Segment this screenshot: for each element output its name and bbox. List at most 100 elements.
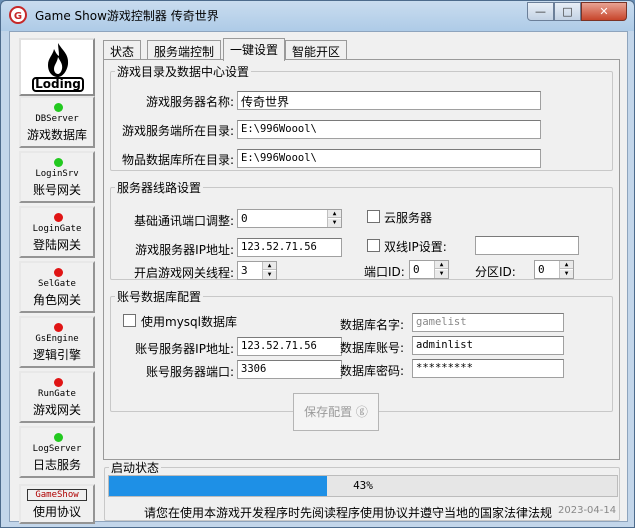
db-name-label: 数据库名字: bbox=[339, 318, 404, 332]
db-password-label: 数据库密码: bbox=[339, 364, 404, 378]
tab-status[interactable]: 状态 bbox=[103, 40, 142, 60]
group-title: 账号数据库配置 bbox=[117, 290, 202, 304]
spin-up-icon[interactable]: ▲ bbox=[435, 261, 448, 269]
db-name-field[interactable]: gamelist bbox=[412, 313, 564, 332]
minimize-button[interactable]: — bbox=[527, 2, 554, 21]
stepper-buttons: ▲ ▼ bbox=[559, 261, 573, 278]
status-dot bbox=[54, 268, 63, 277]
nav-item-en: LogServer bbox=[32, 444, 82, 454]
port-id-label: 端口ID: bbox=[364, 265, 405, 279]
base-port-label: 基础通讯端口调整: bbox=[133, 214, 234, 228]
stepper-buttons: ▲ ▼ bbox=[327, 210, 341, 227]
nav-gsengine[interactable]: GsEngine 逻辑引擎 bbox=[19, 316, 95, 368]
spin-down-icon[interactable]: ▼ bbox=[328, 219, 341, 227]
stepper-buttons: ▲ ▼ bbox=[262, 262, 276, 279]
window-title: Game Show游戏控制器 传奇世界 bbox=[35, 9, 219, 23]
gate-threads-stepper[interactable]: 3 ▲ ▼ bbox=[237, 261, 277, 280]
gate-threads-label: 开启游戏网关线程: bbox=[133, 266, 234, 280]
nav-logserver[interactable]: LogServer 日志服务 bbox=[19, 426, 95, 478]
nav-rungate[interactable]: RunGate 游戏网关 bbox=[19, 371, 95, 423]
nav-item-en: RunGate bbox=[38, 389, 76, 399]
cloud-server-checkbox[interactable] bbox=[367, 210, 380, 223]
nav-item-cn: 日志服务 bbox=[32, 458, 81, 472]
tab-quick-setup[interactable]: 一键设置 bbox=[223, 38, 286, 61]
spin-up-icon[interactable]: ▲ bbox=[328, 210, 341, 218]
nav-item-en: LoginSrv bbox=[35, 169, 79, 179]
app-logo-icon: G bbox=[9, 6, 27, 24]
spin-down-icon[interactable]: ▼ bbox=[560, 270, 573, 278]
server-ip-field[interactable]: 123.52.71.56 bbox=[237, 238, 342, 257]
client-area: Loding DBServer 游戏数据库 LoginSrv 账号网关 Logi… bbox=[9, 31, 628, 524]
base-port-stepper[interactable]: 0 ▲ ▼ bbox=[237, 209, 342, 228]
status-dot bbox=[54, 158, 63, 167]
legal-notice: 请您在使用本游戏开发程序时先阅读程序使用协议并遵守当地的国家法律法规 bbox=[144, 506, 553, 520]
status-dot bbox=[54, 323, 63, 332]
group-title: 游戏目录及数据中心设置 bbox=[117, 65, 250, 79]
zone-id-stepper[interactable]: 0 ▲ ▼ bbox=[534, 260, 574, 279]
app-window: G Game Show游戏控制器 传奇世界 — □ ✕ Loding DBSer… bbox=[0, 0, 635, 528]
build-date: 2023-04-14 bbox=[558, 505, 617, 516]
nav-item-en: LoginGate bbox=[32, 224, 82, 234]
db-account-label: 数据库账号: bbox=[339, 341, 404, 355]
nav-dbserver[interactable]: DBServer 游戏数据库 bbox=[19, 96, 95, 148]
status-dot bbox=[54, 433, 63, 442]
svg-text:G: G bbox=[14, 11, 22, 22]
server-ip-label: 游戏服务器IP地址: bbox=[135, 243, 234, 257]
save-config-button[interactable]: 保存配置 ⓖ bbox=[293, 393, 379, 431]
nav-item-en: GsEngine bbox=[35, 334, 79, 344]
stepper-value: 3 bbox=[241, 264, 248, 277]
dual-ip-label: 双线IP设置: bbox=[384, 240, 447, 254]
use-mysql-checkbox[interactable] bbox=[123, 314, 136, 327]
stepper-buttons: ▲ ▼ bbox=[434, 261, 448, 278]
nav-logingate[interactable]: LoginGate 登陆网关 bbox=[19, 206, 95, 258]
nav-item-en: DBServer bbox=[35, 114, 79, 124]
group-title: 启动状态 bbox=[111, 461, 160, 475]
item-db-dir-label: 物品数据库所在目录: bbox=[121, 153, 234, 167]
usage-agreement-button[interactable]: GameShow 使用协议 bbox=[19, 484, 95, 524]
maximize-button[interactable]: □ bbox=[554, 2, 581, 21]
status-dot bbox=[54, 213, 63, 222]
nav-selgate[interactable]: SelGate 角色网关 bbox=[19, 261, 95, 313]
nav-loginsrv[interactable]: LoginSrv 账号网关 bbox=[19, 151, 95, 203]
spin-up-icon[interactable]: ▲ bbox=[560, 261, 573, 269]
status-dot bbox=[54, 378, 63, 387]
spin-down-icon[interactable]: ▼ bbox=[435, 270, 448, 278]
item-db-dir-field[interactable]: E:\996Woool\ bbox=[237, 149, 541, 168]
server-name-field[interactable]: 传奇世界 bbox=[237, 91, 541, 110]
account-port-label: 账号服务器端口: bbox=[145, 365, 234, 379]
about-label: 使用协议 bbox=[32, 505, 81, 519]
flame-icon bbox=[48, 43, 69, 77]
stepper-value: 0 bbox=[241, 212, 248, 225]
use-mysql-label: 使用mysql数据库 bbox=[141, 315, 237, 329]
spin-down-icon[interactable]: ▼ bbox=[263, 271, 276, 279]
nav-item-cn: 登陆网关 bbox=[32, 238, 81, 252]
nav-item-cn: 账号网关 bbox=[32, 183, 81, 197]
progress-text: 43% bbox=[353, 479, 373, 492]
quick-setup-panel: 游戏目录及数据中心设置 游戏服务器名称: 传奇世界 游戏服务端所在目录: E:\… bbox=[103, 59, 620, 460]
close-button[interactable]: ✕ bbox=[581, 2, 627, 21]
group-title: 服务器线路设置 bbox=[117, 181, 202, 195]
logo-tile[interactable]: Loding bbox=[19, 38, 95, 96]
dual-ip-checkbox[interactable] bbox=[367, 239, 380, 252]
zone-id-label: 分区ID: bbox=[475, 265, 516, 279]
startup-progress-bar: 43% bbox=[108, 475, 618, 497]
title-bar[interactable]: G Game Show游戏控制器 传奇世界 — □ ✕ bbox=[1, 1, 634, 29]
dual-ip-field[interactable] bbox=[475, 236, 579, 255]
stepper-value: 0 bbox=[413, 263, 420, 276]
logo-label: Loding bbox=[32, 77, 84, 92]
tab-smart-open[interactable]: 智能开区 bbox=[285, 40, 348, 60]
db-account-field[interactable]: adminlist bbox=[412, 336, 564, 355]
spin-up-icon[interactable]: ▲ bbox=[263, 262, 276, 270]
tab-server-control[interactable]: 服务端控制 bbox=[147, 40, 222, 60]
server-dir-field[interactable]: E:\996Woool\ bbox=[237, 120, 541, 139]
server-name-label: 游戏服务器名称: bbox=[145, 95, 234, 109]
server-dir-label: 游戏服务端所在目录: bbox=[121, 124, 234, 138]
nav-item-en: SelGate bbox=[38, 279, 76, 289]
db-password-field[interactable]: ********* bbox=[412, 359, 564, 378]
nav-item-cn: 逻辑引擎 bbox=[32, 348, 81, 362]
port-id-stepper[interactable]: 0 ▲ ▼ bbox=[409, 260, 449, 279]
nav-item-cn: 游戏网关 bbox=[32, 403, 81, 417]
nav-item-cn: 游戏数据库 bbox=[26, 128, 87, 142]
account-ip-label: 账号服务器IP地址: bbox=[135, 342, 234, 356]
about-brand: GameShow bbox=[27, 489, 87, 501]
